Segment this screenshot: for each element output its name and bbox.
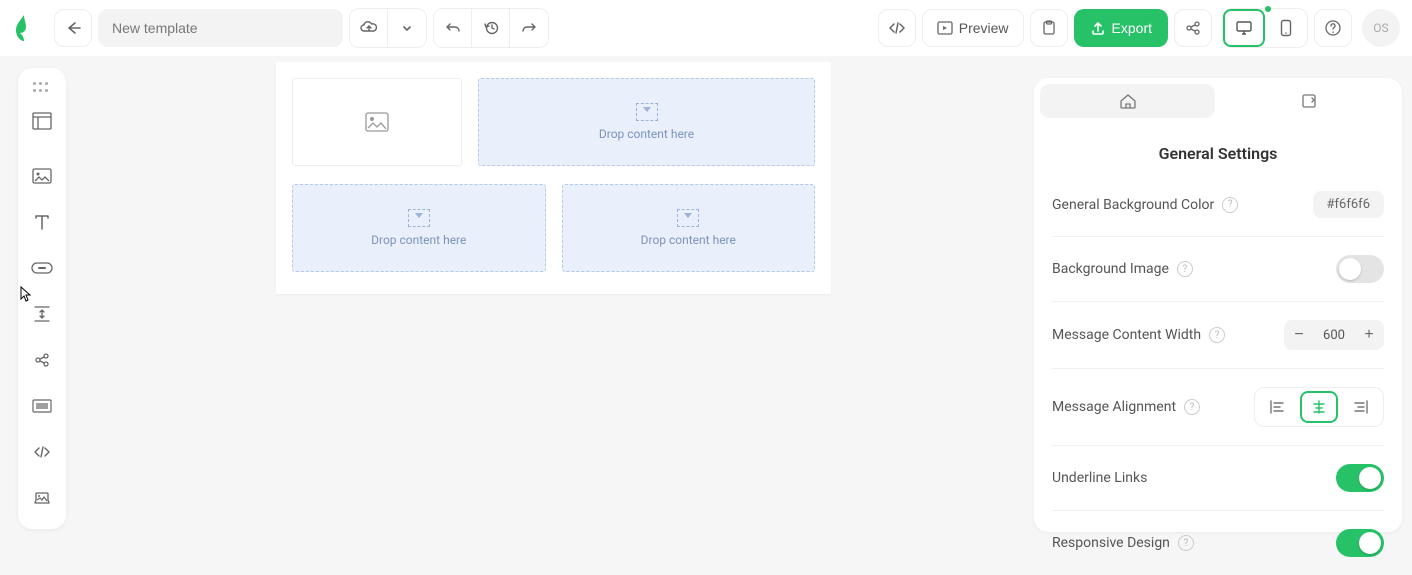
appearance-icon: [1301, 93, 1317, 109]
export-label: Export: [1112, 20, 1152, 36]
underline-links-toggle[interactable]: [1336, 464, 1384, 492]
alignment-group: [1254, 387, 1384, 427]
history-button[interactable]: [472, 9, 510, 47]
export-button[interactable]: Export: [1074, 9, 1168, 47]
setting-bg-image: Background Image ?: [1052, 236, 1384, 301]
dropzone-label: Drop content here: [371, 233, 466, 247]
responsive-toggle[interactable]: [1336, 529, 1384, 557]
social-tool[interactable]: [20, 337, 64, 383]
editor-canvas[interactable]: Drop content here Drop content here Drop…: [276, 62, 831, 294]
setting-alignment: Message Alignment ?: [1052, 368, 1384, 445]
notification-dot-icon: [1265, 6, 1271, 12]
setting-label-text: Responsive Design: [1052, 535, 1170, 551]
topbar: Preview Export OS: [0, 0, 1412, 56]
dropzone-bottom-right[interactable]: Drop content here: [562, 184, 816, 272]
upload-group: [349, 8, 427, 48]
stepper-plus[interactable]: +: [1354, 320, 1384, 350]
content-width-stepper: − 600 +: [1284, 320, 1384, 350]
banner-tool[interactable]: [20, 475, 64, 521]
template-name-input[interactable]: [98, 9, 343, 47]
bg-color-value[interactable]: #f6f6f6: [1313, 191, 1384, 218]
home-icon: [1119, 93, 1137, 109]
image-icon: [365, 112, 389, 132]
desktop-device-button[interactable]: [1223, 9, 1265, 47]
preview-button[interactable]: Preview: [922, 9, 1024, 47]
drop-icon: [677, 209, 699, 227]
drop-icon: [408, 209, 430, 227]
preview-icon: [937, 21, 953, 35]
dropzone-label: Drop content here: [599, 127, 694, 141]
setting-responsive: Responsive Design ?: [1052, 510, 1384, 575]
stepper-value: 600: [1314, 328, 1354, 343]
menu-tool[interactable]: [20, 383, 64, 429]
setting-label-text: Underline Links: [1052, 470, 1147, 486]
dropzone-top-right[interactable]: Drop content here: [478, 78, 815, 166]
export-icon: [1090, 20, 1106, 36]
code-view-button[interactable]: [878, 9, 916, 47]
redo-button[interactable]: [510, 9, 548, 47]
image-tool[interactable]: [20, 153, 64, 199]
help-icon[interactable]: ?: [1184, 399, 1200, 415]
help-icon[interactable]: ?: [1222, 197, 1238, 213]
drag-handle-icon[interactable]: [20, 76, 64, 98]
cloud-upload-button[interactable]: [350, 9, 388, 47]
device-switcher: [1222, 8, 1308, 48]
help-icon[interactable]: ?: [1178, 535, 1194, 551]
upload-dropdown-button[interactable]: [388, 9, 426, 47]
image-placeholder-block[interactable]: [292, 78, 462, 166]
setting-underline-links: Underline Links: [1052, 445, 1384, 510]
cursor-icon: [20, 286, 32, 306]
setting-bg-color: General Background Color ? #f6f6f6: [1052, 173, 1384, 236]
help-icon[interactable]: ?: [1209, 327, 1225, 343]
help-icon[interactable]: ?: [1177, 261, 1193, 277]
html-tool[interactable]: [20, 429, 64, 475]
undo-button[interactable]: [434, 9, 472, 47]
setting-label-text: Message Alignment: [1052, 399, 1176, 415]
dropzone-label: Drop content here: [641, 233, 736, 247]
align-right-button[interactable]: [1342, 391, 1380, 423]
user-avatar[interactable]: OS: [1362, 9, 1400, 47]
drop-icon: [636, 103, 658, 121]
button-tool[interactable]: [20, 245, 64, 291]
setting-label-text: General Background Color: [1052, 197, 1214, 213]
panel-tab-general[interactable]: [1040, 84, 1215, 118]
stepper-minus[interactable]: −: [1284, 320, 1314, 350]
preview-label: Preview: [959, 20, 1009, 36]
text-tool[interactable]: [20, 199, 64, 245]
setting-label-text: Background Image: [1052, 261, 1169, 277]
app-logo: [12, 16, 36, 40]
align-center-button[interactable]: [1300, 391, 1338, 423]
back-button[interactable]: [54, 9, 92, 47]
settings-panel: General Settings General Background Colo…: [1034, 78, 1402, 532]
align-left-button[interactable]: [1258, 391, 1296, 423]
structure-tool[interactable]: [20, 98, 64, 144]
help-button[interactable]: [1314, 9, 1352, 47]
setting-label-text: Message Content Width: [1052, 327, 1201, 343]
panel-title: General Settings: [1034, 124, 1402, 173]
setting-content-width: Message Content Width ? − 600 +: [1052, 301, 1384, 368]
panel-tab-appearance[interactable]: [1221, 84, 1396, 118]
clipboard-button[interactable]: [1030, 9, 1068, 47]
share-button[interactable]: [1174, 9, 1212, 47]
mobile-device-button[interactable]: [1265, 9, 1307, 47]
dropzone-bottom-left[interactable]: Drop content here: [292, 184, 546, 272]
history-group: [433, 8, 549, 48]
bg-image-toggle[interactable]: [1336, 255, 1384, 283]
